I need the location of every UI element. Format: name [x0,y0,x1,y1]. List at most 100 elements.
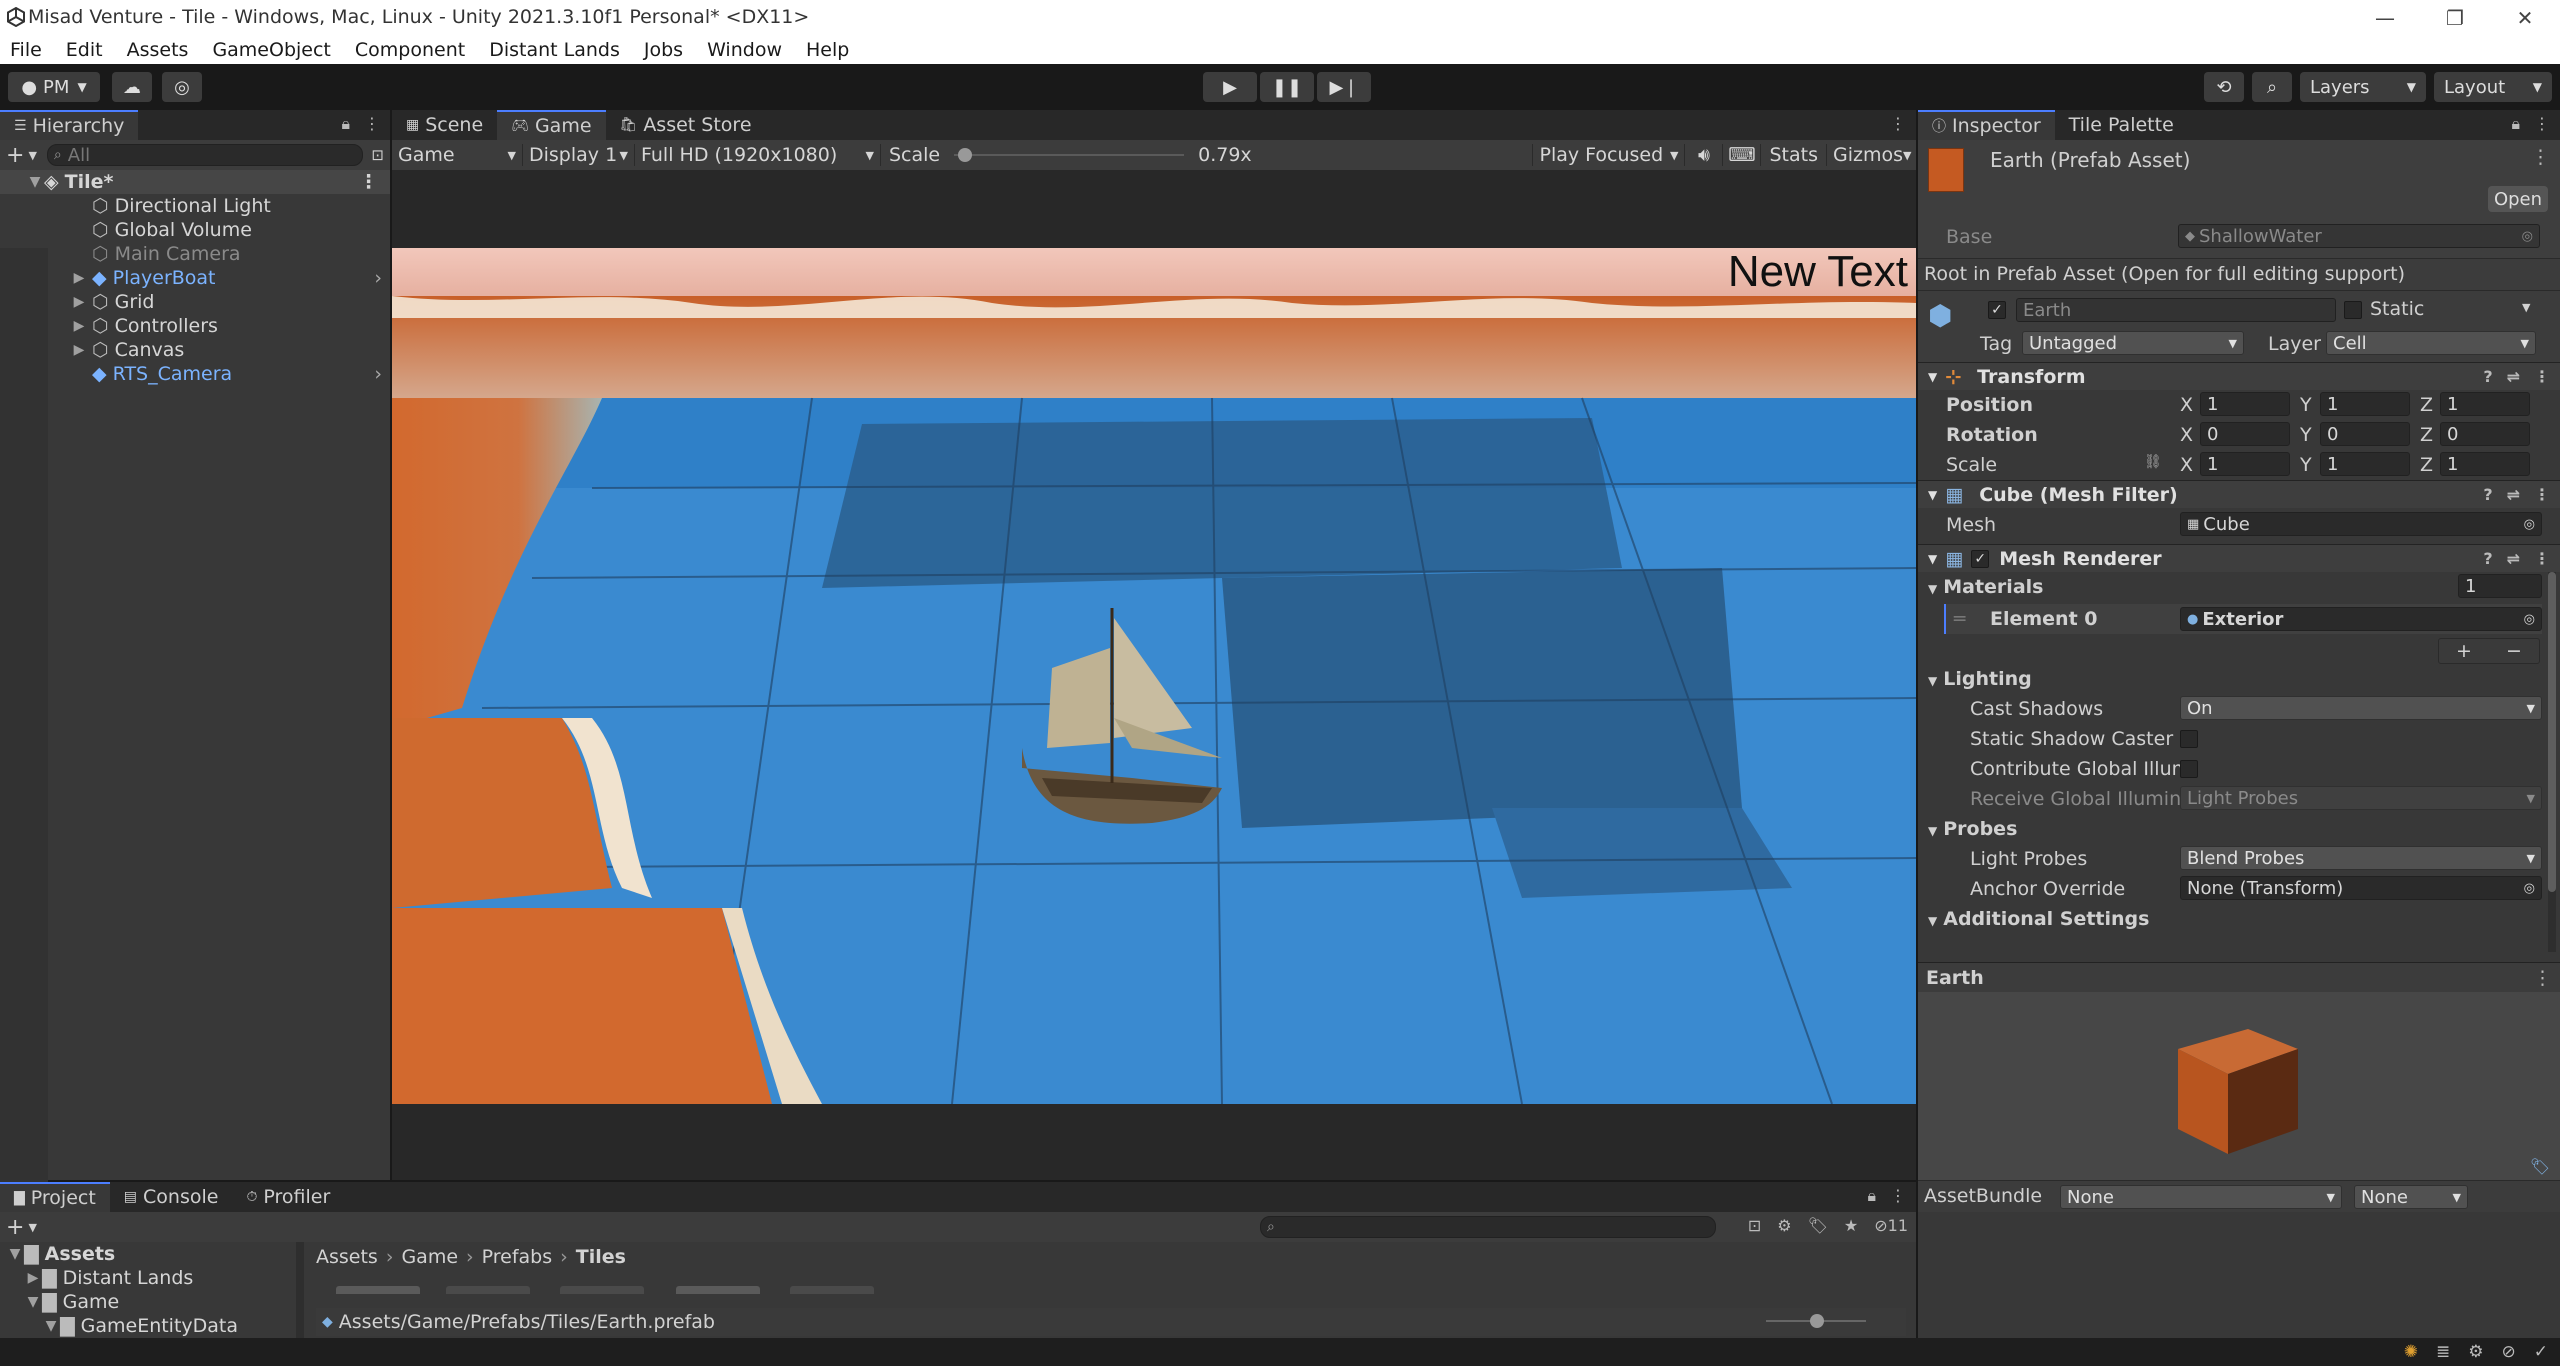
contribute-gi-checkbox[interactable] [2180,760,2198,778]
menu-assets[interactable]: Assets [127,39,189,61]
materials-foldout[interactable]: ▼ Materials [1928,576,2043,598]
hierarchy-item-main-camera[interactable]: ⬡ Main Camera [0,242,390,266]
static-shadow-caster-checkbox[interactable] [2180,730,2198,748]
cast-shadows-dropdown[interactable]: On ▼ [2180,696,2542,720]
close-button[interactable]: ✕ [2490,0,2560,36]
menu-gameobject[interactable]: GameObject [212,39,330,61]
expand-arrow-icon[interactable]: ▼ [42,1318,60,1334]
tab-profiler[interactable]: ⏱ Profiler [232,1182,344,1212]
cloud-button[interactable]: ☁ [112,72,152,102]
tab-inspector[interactable]: ⓘ Inspector [1918,110,2055,140]
add-icon[interactable]: + [6,1215,24,1240]
account-button[interactable]: ● PM ▼ [8,72,100,102]
more-icon[interactable]: ⋮ [2533,967,2552,989]
inspector-scrollbar-thumb[interactable] [2548,572,2556,892]
menu-jobs[interactable]: Jobs [644,39,683,61]
collab-button[interactable]: ◎ [162,72,202,102]
more-icon[interactable]: ⋮ [2534,114,2550,134]
presets-icon[interactable]: ⇌ [2507,549,2520,568]
material-field[interactable]: ● Exterior ◎ [2180,607,2542,631]
help-icon[interactable]: ? [2483,485,2492,504]
keyboard-shortcuts-button[interactable]: ⌨ [1722,144,1760,166]
breadcrumb-assets[interactable]: Assets [316,1246,378,1268]
menu-distant-lands[interactable]: Distant Lands [489,39,620,61]
anchor-override-field[interactable]: None (Transform) ◎ [2180,876,2542,900]
display-dropdown[interactable]: Display 1 ▼ [522,144,634,166]
tag-dropdown[interactable]: Untagged ▼ [2022,331,2244,355]
game-mode-dropdown[interactable]: Game ▼ [392,144,522,166]
rotation-z-field[interactable]: 0 [2440,422,2530,446]
resolution-dropdown[interactable]: Full HD (1920x1080) ▼ [634,144,880,166]
more-icon[interactable]: ⋮ [359,171,378,193]
breadcrumb-prefabs[interactable]: Prefabs [482,1246,553,1268]
open-prefab-button[interactable]: Open [2488,186,2548,212]
expand-arrow-icon[interactable]: ▶ [70,342,88,358]
menu-edit[interactable]: Edit [66,39,103,61]
asset-thumbnail[interactable] [336,1286,420,1294]
foldout-arrow-icon[interactable]: ▼ [1928,488,1937,502]
materials-count-field[interactable]: 1 [2458,574,2542,598]
more-icon[interactable]: ⋮ [2534,367,2550,386]
tab-console[interactable]: ▤ Console [110,1182,233,1212]
transform-header[interactable]: ▼ ⊹ Transform ? ⇌ ⋮ [1918,362,2560,390]
play-focused-dropdown[interactable]: Play Focused ▼ [1532,144,1684,166]
more-icon[interactable]: ⋮ [2534,485,2550,504]
more-icon[interactable]: ⋮ [1890,1186,1906,1206]
foldout-arrow-icon[interactable]: ▼ [1928,370,1937,384]
expand-arrow-icon[interactable]: ▼ [24,1294,42,1310]
asset-thumbnail[interactable] [676,1286,760,1294]
more-icon[interactable]: ⋮ [364,114,380,134]
tab-asset-store[interactable]: 🛍︎ Asset Store [606,110,766,140]
asset-thumbnail[interactable] [560,1286,644,1294]
light-probes-dropdown[interactable]: Blend Probes ▼ [2180,846,2542,870]
foldout-arrow-icon[interactable]: ▼ [1928,552,1937,566]
lighting-foldout[interactable]: ▼ Lighting [1928,668,2032,690]
project-search[interactable]: ⌕ [1260,1216,1716,1238]
network-icon[interactable]: ⊘ [2502,1342,2516,1362]
scale-slider[interactable] [954,145,1185,165]
position-y-field[interactable]: 1 [2320,392,2410,416]
project-tree-distant-lands[interactable]: ▶ ▇ Distant Lands [0,1266,296,1290]
preview-area[interactable]: 🏷︎ [1918,992,2560,1180]
target-icon[interactable]: ◎ [2524,517,2535,532]
hierarchy-item-grid[interactable]: ▶ ⬡ Grid [0,290,390,314]
tab-scene[interactable]: ▦ Scene [392,110,497,140]
chevron-right-icon[interactable]: › [374,363,382,385]
expand-arrow-icon[interactable]: ▼ [6,1246,24,1262]
step-button[interactable]: ▶❘ [1317,72,1371,102]
object-name-field[interactable]: Earth [2016,298,2336,322]
menu-component[interactable]: Component [355,39,465,61]
layout-dropdown[interactable]: Layout ▼ [2434,72,2552,102]
chevron-down-icon[interactable]: ▼ [2522,301,2530,314]
add-icon[interactable]: + [2456,640,2472,662]
more-icon[interactable]: ⋮ [2531,146,2550,168]
hierarchy-item-global-volume[interactable]: ⬡ Global Volume [0,218,390,242]
thumbnail-size-slider[interactable] [1766,1314,1866,1328]
hierarchy-item-playerboat[interactable]: ▶ ◆ PlayerBoat › [0,266,390,290]
hidden-packages-icon[interactable]: ⊘11 [1874,1216,1908,1235]
assetbundle-variant-dropdown[interactable]: None ▼ [2354,1185,2468,1209]
position-z-field[interactable]: 1 [2440,392,2530,416]
debug-icon[interactable]: ⚙ [2468,1342,2483,1362]
additional-settings-foldout[interactable]: ▼ Additional Settings [1928,908,2149,930]
mesh-renderer-enabled-checkbox[interactable]: ✓ [1971,549,1990,568]
menu-file[interactable]: File [10,39,42,61]
menu-window[interactable]: Window [707,39,782,61]
expand-arrow-icon[interactable]: ▶ [24,1270,42,1286]
hierarchy-item-directional-light[interactable]: ⬡ Directional Light [0,194,390,218]
help-icon[interactable]: ? [2483,367,2492,386]
label-tag-icon[interactable]: 🏷︎ [2530,1157,2550,1176]
expand-arrow-icon[interactable]: ▶ [70,270,88,286]
search-button[interactable]: ⌕ [2252,72,2292,102]
chevron-down-icon[interactable]: ▼ [28,149,36,162]
hierarchy-item-rts-camera[interactable]: ◆ RTS_Camera › [0,362,390,386]
pause-button[interactable]: ❚❚ [1260,72,1314,102]
breadcrumb-game[interactable]: Game [401,1246,458,1268]
assetbundle-dropdown[interactable]: None ▼ [2060,1185,2342,1209]
scale-y-field[interactable]: 1 [2320,452,2410,476]
checkmark-icon[interactable]: ✓ [2534,1342,2548,1362]
tab-tile-palette[interactable]: Tile Palette [2055,110,2188,140]
play-button[interactable]: ▶ [1203,72,1257,102]
mute-button[interactable]: 🔊︎ [1684,144,1722,166]
stats-button[interactable]: Stats [1760,144,1826,166]
